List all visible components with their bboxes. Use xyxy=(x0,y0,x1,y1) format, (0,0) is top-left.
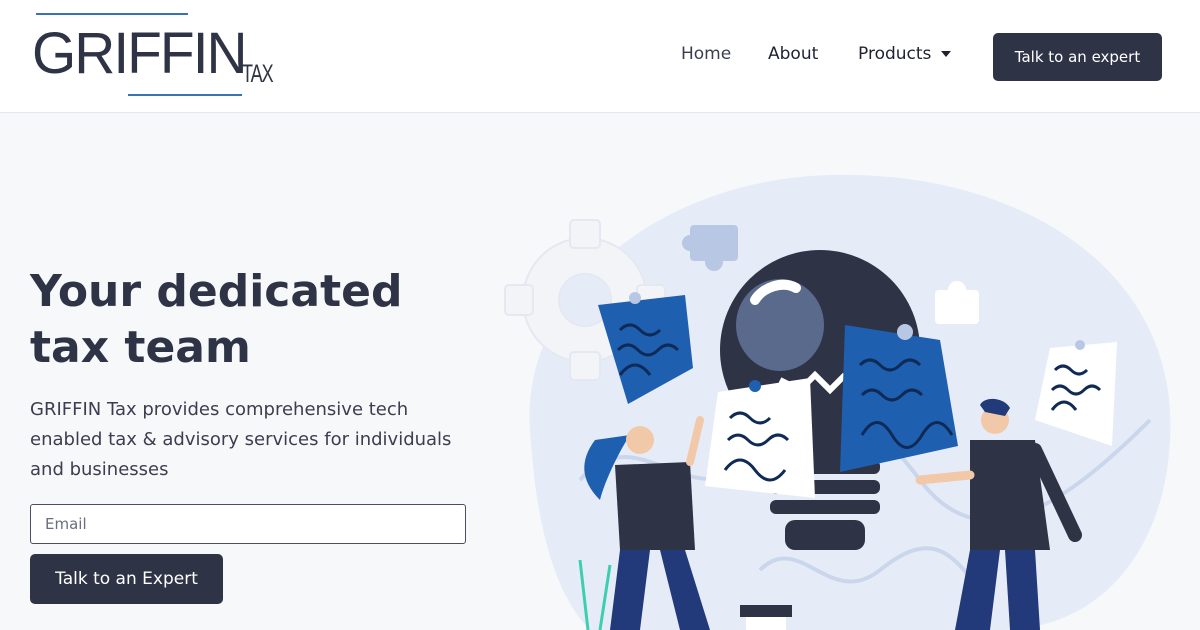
nav-products-label: Products xyxy=(858,44,932,64)
caret-down-icon xyxy=(941,51,952,57)
talk-to-expert-header-button[interactable]: Talk to an expert xyxy=(993,33,1162,81)
hero-title-line-2: tax team xyxy=(30,322,251,373)
griffin-tax-logo[interactable]: GRIFFIN TAX xyxy=(30,2,274,112)
hero-title-line-1: Your dedicated xyxy=(30,266,403,317)
sticky-note-icon xyxy=(705,378,815,498)
email-input[interactable] xyxy=(30,504,466,544)
logo-line-bottom xyxy=(128,94,242,96)
hero-title: Your dedicated tax team xyxy=(30,264,490,376)
nav-about-link[interactable]: About xyxy=(768,44,818,64)
hero-subtitle: GRIFFIN Tax provides comprehensive tech … xyxy=(30,399,452,480)
nav-home-link[interactable]: Home xyxy=(681,44,731,64)
logo-suffix: TAX xyxy=(242,59,274,88)
sticky-note-icon xyxy=(840,324,958,472)
lightbulb-illustration xyxy=(504,174,1171,630)
nav-products-dropdown[interactable]: Products xyxy=(858,44,952,64)
logo-wordmark: GRIFFIN xyxy=(32,21,248,86)
site-header: GRIFFIN TAX Home About Products Talk to … xyxy=(0,0,1200,113)
talk-to-expert-button[interactable]: Talk to an Expert xyxy=(30,554,223,604)
